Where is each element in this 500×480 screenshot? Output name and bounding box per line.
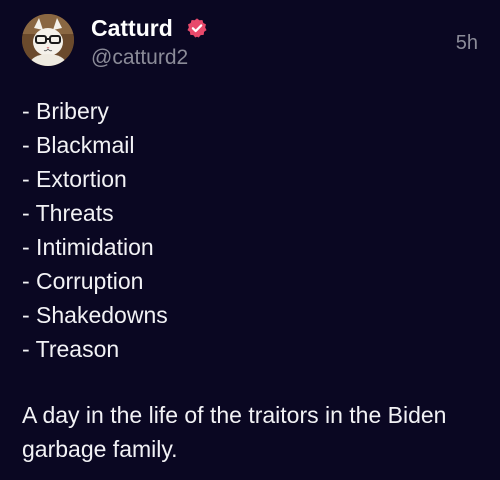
list-item: - Shakedowns — [22, 302, 168, 328]
list-item: - Treason — [22, 336, 120, 362]
verified-badge-icon — [187, 18, 207, 38]
post-card: Catturd @catturd2 5h - Bribery - Blackma… — [0, 0, 500, 480]
list-item: - Blackmail — [22, 132, 135, 158]
list-item: - Threats — [22, 200, 114, 226]
author-name[interactable]: Catturd — [91, 14, 173, 42]
post-body-text: A day in the life of the traitors in the… — [22, 402, 447, 462]
list-item: - Intimidation — [22, 234, 154, 260]
post-timestamp[interactable]: 5h — [456, 30, 478, 56]
list-item: - Extortion — [22, 166, 127, 192]
avatar[interactable] — [22, 14, 74, 66]
list-item: - Corruption — [22, 268, 144, 294]
author-handle[interactable]: @catturd2 — [91, 45, 188, 71]
list-item: - Bribery — [22, 98, 109, 124]
cat-avatar-icon — [22, 14, 74, 66]
post-list: - Bribery - Blackmail - Extortion - Thre… — [22, 94, 168, 366]
